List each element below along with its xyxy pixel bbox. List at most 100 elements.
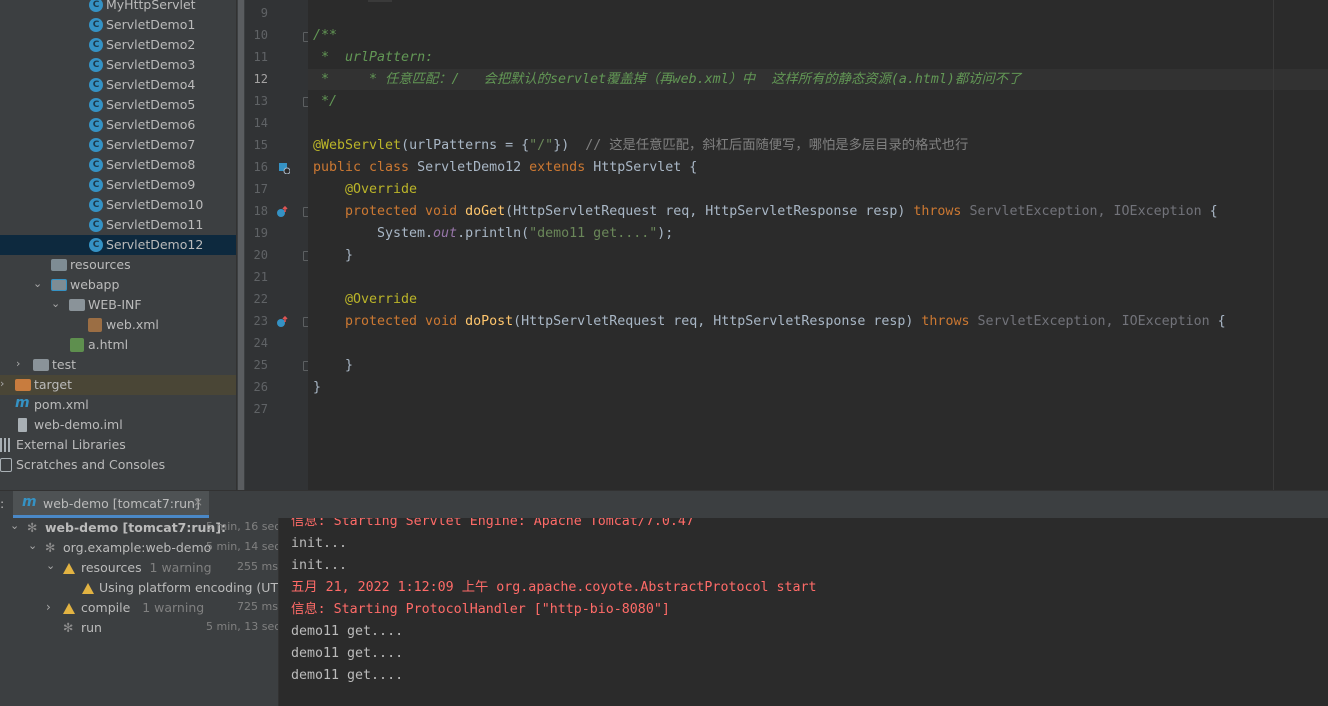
elapsed-time: 5 min, 13 sec [206,620,278,633]
tree-item-servletdemo6[interactable]: C ServletDemo6 [0,115,236,135]
code-line-15: @WebServlet(urlPatterns = {"/"}) // 这是任意… [313,135,968,157]
tree-node-project[interactable]: ⌄ ✻ org.example:web-demo 5 min, 14 sec [0,538,278,558]
code-text: { [1217,314,1226,329]
code-text: .println( [457,226,530,241]
tree-item-web-inf[interactable]: ⌄ WEB-INF [0,295,236,315]
line-number: 22 [253,292,268,306]
tree-item-test[interactable]: › test [0,355,236,375]
code-line-25: } [345,358,354,373]
spinner-icon: ✻ [63,620,74,635]
chevron-right-icon[interactable]: › [0,377,4,390]
line-number: 27 [253,402,268,416]
line-number: 21 [253,270,268,284]
class-name: ServletDemo12 [417,160,530,175]
tree-node-encoding-warning[interactable]: Using platform encoding (UTF- [0,578,278,598]
build-tree-panel: ⌄ ✻ web-demo [tomcat7:run]: 5 min, 16 se… [0,518,278,706]
tree-item-resources[interactable]: resources [0,255,236,275]
tree-node-compile[interactable]: › compile 1 warning 725 ms [0,598,278,618]
class-icon: C [89,0,103,12]
code-text: { [1209,204,1218,219]
override-gutter-icon[interactable] [276,206,288,218]
line-number: 13 [253,94,268,108]
chevron-down-icon[interactable]: ⌄ [10,519,19,532]
tree-item-servletdemo2[interactable]: C ServletDemo2 [0,35,236,55]
chevron-down-icon[interactable]: ⌄ [51,297,60,310]
tree-item-servletdemo12[interactable]: C ServletDemo12 [0,235,236,255]
console-line: demo11 get.... [291,668,404,683]
tree-item-servletdemo1[interactable]: C ServletDemo1 [0,15,236,35]
spinner-icon: ✻ [27,520,38,535]
annotation: @WebServlet [313,138,402,153]
exception-list: ServletException, IOException [977,314,1218,329]
elapsed-time: 5 min, 14 sec [206,540,278,553]
tree-node-text: compile 1 warning [81,600,204,615]
tree-node-label: org.example:web-demo [63,540,212,555]
close-icon[interactable]: × [193,495,203,509]
tree-item-external-libraries[interactable]: External Libraries [0,435,236,455]
spinner-icon: ✻ [45,540,56,555]
class-icon: C [89,218,103,232]
tree-item-webapp[interactable]: ⌄ webapp [0,275,236,295]
line-comment: // 这是任意匹配，斜杠后面随便写，哪怕是多层目录的格式也行 [585,138,969,153]
code-editor[interactable]: /** * urlPattern: * * 任意匹配：/ 会把默认的servle… [308,0,1328,490]
method-name: doPost [465,314,514,329]
run-tab-web-demo[interactable]: m web-demo [tomcat7:run] × [13,491,209,518]
elapsed-time: 5 min, 16 sec [206,520,278,533]
html-file-icon [70,338,84,352]
tree-item-servletdemo11[interactable]: C ServletDemo11 [0,215,236,235]
chevron-down-icon[interactable]: ⌄ [46,559,55,572]
code-line-20: } [345,248,354,263]
tree-item-servletdemo8[interactable]: C ServletDemo8 [0,155,236,175]
scrollbar-thumb[interactable] [238,0,244,490]
tree-node-label: web-demo [tomcat7:run]: [45,520,227,535]
tree-node-run[interactable]: ✻ run 5 min, 13 sec [0,618,278,638]
chevron-down-icon[interactable]: ⌄ [28,539,37,552]
code-text: }) [553,138,586,153]
tree-item-servletdemo9[interactable]: C ServletDemo9 [0,175,236,195]
tree-node-resources[interactable]: ⌄ resources 1 warning 255 ms [0,558,278,578]
web-servlet-gutter-icon[interactable] [278,162,290,174]
class-icon: C [89,58,103,72]
string-literal: "/" [529,138,554,153]
tree-item-scratches[interactable]: Scratches and Consoles [0,455,236,475]
keyword: throws [913,204,970,219]
class-icon: C [89,118,103,132]
elapsed-time: 255 ms [237,560,278,573]
right-margin-guide [1273,0,1274,490]
code-line-22: @Override [345,292,418,307]
code-line-13: */ [313,94,338,109]
tree-item-pom-xml[interactable]: m pom.xml [0,395,236,415]
tree-item-target[interactable]: › target [0,375,236,395]
line-number: 9 [260,6,268,20]
maven-icon: m [15,395,30,411]
tree-item-servletdemo5[interactable]: C ServletDemo5 [0,95,236,115]
class-icon: C [89,38,103,52]
console-line: 信息: Starting Servlet Engine: Apache Tomc… [291,518,694,529]
override-gutter-icon[interactable] [276,316,288,328]
tree-item-myhttpservlet[interactable]: C MyHttpServlet [0,0,236,15]
tree-item-a-html[interactable]: a.html [0,335,236,355]
code-line-17: @Override [345,182,418,197]
chevron-right-icon[interactable]: › [46,600,51,614]
chevron-down-icon[interactable]: ⌄ [33,277,42,290]
code-line-16: public class ServletDemo12 extends HttpS… [313,157,697,179]
tree-item-web-xml[interactable]: web.xml [0,315,236,335]
code-line-12: * * 任意匹配：/ 会把默认的servlet覆盖掉（再web.xml）中 这样… [313,72,1022,87]
tree-item-servletdemo10[interactable]: C ServletDemo10 [0,195,236,215]
chevron-right-icon[interactable]: › [16,357,20,370]
tree-item-servletdemo3[interactable]: C ServletDemo3 [0,55,236,75]
console-output[interactable]: 信息: Starting Servlet Engine: Apache Tomc… [278,518,1328,706]
line-number: 20 [253,248,268,262]
tree-item-servletdemo7[interactable]: C ServletDemo7 [0,135,236,155]
tree-node-root[interactable]: ⌄ ✻ web-demo [tomcat7:run]: 5 min, 16 se… [0,518,278,538]
code-line-26: } [313,380,322,395]
excluded-folder-icon [15,379,31,391]
warning-icon [82,583,94,594]
scratches-icon [0,458,12,472]
exception-list: ServletException, IOException [969,204,1210,219]
line-number: 17 [253,182,268,196]
line-number: 12 [253,72,268,86]
tree-item-web-demo-iml[interactable]: web-demo.iml [0,415,236,435]
tree-item-servletdemo4[interactable]: C ServletDemo4 [0,75,236,95]
run-tool-window-header: : m web-demo [tomcat7:run] × [0,490,1328,519]
